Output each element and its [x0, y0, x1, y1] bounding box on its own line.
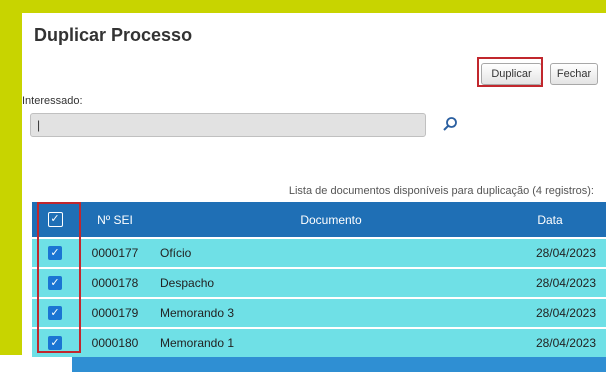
interessado-label: Interessado: [22, 95, 83, 107]
cell-sei: 0000179 [78, 297, 152, 328]
bottom-left-margin [0, 355, 72, 372]
table-header-row: ✓ Nº SEI Documento Data [32, 202, 606, 238]
row-checkbox[interactable]: ✓ [48, 336, 62, 351]
page-title: Duplicar Processo [34, 25, 193, 45]
select-all-checkbox[interactable]: ✓ [47, 212, 63, 228]
cell-data: 28/04/2023 [503, 327, 606, 357]
cell-documento[interactable]: Memorando 1 [152, 327, 503, 357]
header-data[interactable]: Data [503, 202, 606, 238]
cell-documento[interactable]: Ofício [152, 237, 503, 268]
select-all-cell: ✓ [32, 202, 78, 238]
fechar-button[interactable]: Fechar [550, 63, 598, 85]
cell-sei: 0000178 [78, 267, 152, 298]
cell-data: 28/04/2023 [503, 297, 606, 328]
bottom-blue-strip [72, 355, 606, 372]
cell-data: 28/04/2023 [503, 237, 606, 268]
row-checkbox[interactable]: ✓ [48, 276, 62, 291]
header-documento[interactable]: Documento [152, 202, 503, 238]
row-checkbox[interactable]: ✓ [48, 246, 62, 261]
dialog-panel: Duplicar Processo Duplicar Fechar Intere… [22, 13, 606, 357]
row-checkbox[interactable]: ✓ [48, 306, 62, 321]
table-row: ✓ 0000180 Memorando 1 28/04/2023 [32, 327, 606, 357]
table-caption: Lista de documentos disponíveis para dup… [288, 185, 594, 197]
search-icon[interactable] [442, 116, 458, 132]
table-row: ✓ 0000177 Ofício 28/04/2023 [32, 237, 606, 268]
cell-documento[interactable]: Despacho [152, 267, 503, 298]
cell-sei: 0000177 [78, 237, 152, 268]
cell-data: 28/04/2023 [503, 267, 606, 298]
documents-table: ✓ Nº SEI Documento Data ✓ 0000177 Ofício… [32, 202, 606, 357]
interessado-field[interactable] [30, 113, 426, 137]
header-sei[interactable]: Nº SEI [78, 202, 152, 238]
duplicar-highlight [477, 57, 543, 87]
cell-documento[interactable]: Memorando 3 [152, 297, 503, 328]
table-row: ✓ 0000179 Memorando 3 28/04/2023 [32, 297, 606, 328]
cell-sei: 0000180 [78, 327, 152, 357]
table-row: ✓ 0000178 Despacho 28/04/2023 [32, 267, 606, 298]
